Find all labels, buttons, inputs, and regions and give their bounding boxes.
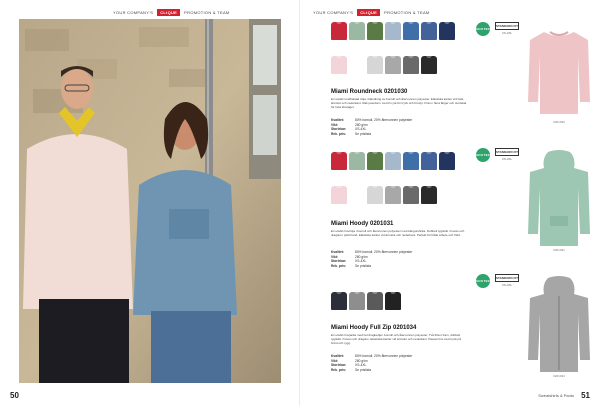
spec-key: Rek. pris: — [331, 263, 347, 268]
spec-value: Se prislista — [355, 131, 372, 136]
eco-badge: ECO TEX — [476, 148, 490, 162]
color-swatch — [421, 55, 437, 74]
color-swatch — [331, 21, 347, 40]
product-title: Miami Roundneck 0201030 — [331, 89, 408, 95]
fit-label: STANDARD FIT — [495, 274, 519, 282]
color-swatch-row — [331, 55, 437, 74]
color-swatch-row — [331, 185, 437, 204]
garment-label: 0201034 — [553, 374, 565, 378]
color-swatch — [439, 21, 455, 40]
page-header: YOUR COMPANY'S CLIQUE PROMOTION & TEAM — [113, 9, 230, 16]
fit-sizes: XS-4XL — [501, 31, 513, 35]
header-right-text: PROMOTION & TEAM — [384, 10, 430, 15]
spec-value: XS-4XL — [355, 363, 367, 368]
color-swatch — [349, 291, 365, 310]
hoody-image — [528, 150, 590, 246]
page-number-right: 51 — [581, 391, 590, 400]
spec-value: Se prislista — [355, 367, 372, 372]
full-zip-hoody-image — [528, 276, 590, 372]
spec-value: XS-4XL — [355, 127, 367, 132]
section-footer: Sweatshirts & Pants — [538, 393, 574, 398]
color-swatch — [349, 151, 365, 170]
color-swatch — [421, 151, 437, 170]
brand-logo: CLIQUE — [357, 9, 381, 16]
product-specs: Kvalitet: 80% bomull, 20% återvunnen poly… — [331, 118, 412, 136]
header-right-text: PROMOTION & TEAM — [184, 10, 230, 15]
spec-value: 280 g/m² — [355, 122, 369, 127]
garment-label: 0201030 — [553, 120, 565, 124]
product-description: En utsökt huvtröja i bomull och återvunn… — [331, 229, 465, 238]
fit-badge: STANDARD FIT XS-4XL — [495, 274, 519, 287]
fit-badge: STANDARD FIT XS-4XL — [495, 22, 519, 35]
header-left-text: YOUR COMPANY'S — [313, 10, 354, 15]
right-page: YOUR COMPANY'S CLIQUE PROMOTION & TEAM E… — [300, 0, 600, 406]
product-specs: Kvalitet: 80% bomull, 20% återvunnen poly… — [331, 250, 412, 268]
color-swatch — [349, 55, 365, 74]
color-swatch — [331, 185, 347, 204]
color-swatch — [331, 55, 347, 74]
spec-key: Rek. pris: — [331, 367, 347, 372]
spec-line: Rek. pris: Se prislista — [331, 132, 412, 137]
color-swatch-row — [331, 291, 401, 310]
spec-value: 280 g/m² — [355, 358, 369, 363]
fit-label: STANDARD FIT — [495, 22, 519, 30]
color-swatch — [385, 55, 401, 74]
color-swatch — [349, 185, 365, 204]
lifestyle-photo — [19, 19, 281, 383]
brand-logo: CLIQUE — [157, 9, 181, 16]
color-swatch-row — [331, 21, 455, 40]
eco-badge: ECO TEX — [476, 274, 490, 288]
sweatshirt-image — [528, 31, 590, 114]
spec-key: Rek. pris: — [331, 131, 347, 136]
spec-value: Se prislista — [355, 263, 372, 268]
spec-value: 80% bomull, 20% återvunnen polyester — [355, 118, 413, 122]
product-description: En utsökt rundhalsad tröja i blandning a… — [331, 97, 467, 110]
page-number-left: 50 — [10, 391, 19, 400]
eco-badge: ECO TEX — [476, 22, 490, 36]
spec-value: 80% bomull, 20% återvunnen polyester — [355, 250, 413, 254]
color-swatch — [367, 291, 383, 310]
product-specs: Kvalitet: 80% bomull, 20% återvunnen poly… — [331, 354, 412, 372]
spec-line: Rek. pris: Se prislista — [331, 368, 412, 373]
fit-badge: STANDARD FIT XS-4XL — [495, 148, 519, 161]
color-swatch — [367, 185, 383, 204]
page-header: YOUR COMPANY'S CLIQUE PROMOTION & TEAM — [313, 9, 430, 16]
spec-value: XS-4XL — [355, 259, 367, 264]
spec-line: Rek. pris: Se prislista — [331, 264, 412, 269]
color-swatch — [439, 151, 455, 170]
color-swatch — [385, 21, 401, 40]
lifestyle-photo-illustration — [19, 19, 281, 383]
color-swatch — [385, 291, 401, 310]
fit-sizes: XS-4XL — [501, 157, 513, 161]
product-title: Miami Hoody Full Zip 0201034 — [331, 325, 417, 331]
spec-value: 280 g/m² — [355, 254, 369, 259]
color-swatch — [367, 151, 383, 170]
catalog-spread: YOUR COMPANY'S CLIQUE PROMOTION & TEAM 5… — [0, 0, 600, 406]
spec-value: 80% bomull, 20% återvunnen polyester — [355, 354, 413, 358]
fit-label: STANDARD FIT — [495, 148, 519, 156]
color-swatch — [367, 21, 383, 40]
product-title: Miami Hoody 0201031 — [331, 221, 394, 227]
color-swatch — [403, 55, 419, 74]
garment-label: 0201031 — [553, 248, 565, 252]
color-swatch — [331, 151, 347, 170]
color-swatch — [385, 151, 401, 170]
fit-sizes: XS-4XL — [501, 283, 513, 287]
product-description: En utsökt huvjacka med hel dragkedja i b… — [331, 333, 461, 346]
color-swatch — [349, 21, 365, 40]
color-swatch-row — [331, 151, 455, 170]
color-swatch — [367, 55, 383, 74]
color-swatch — [421, 21, 437, 40]
left-page: YOUR COMPANY'S CLIQUE PROMOTION & TEAM 5… — [0, 0, 300, 406]
color-swatch — [385, 185, 401, 204]
color-swatch — [403, 151, 419, 170]
header-left-text: YOUR COMPANY'S — [113, 10, 154, 15]
color-swatch — [421, 185, 437, 204]
color-swatch — [403, 185, 419, 204]
color-swatch — [331, 291, 347, 310]
color-swatch — [403, 21, 419, 40]
